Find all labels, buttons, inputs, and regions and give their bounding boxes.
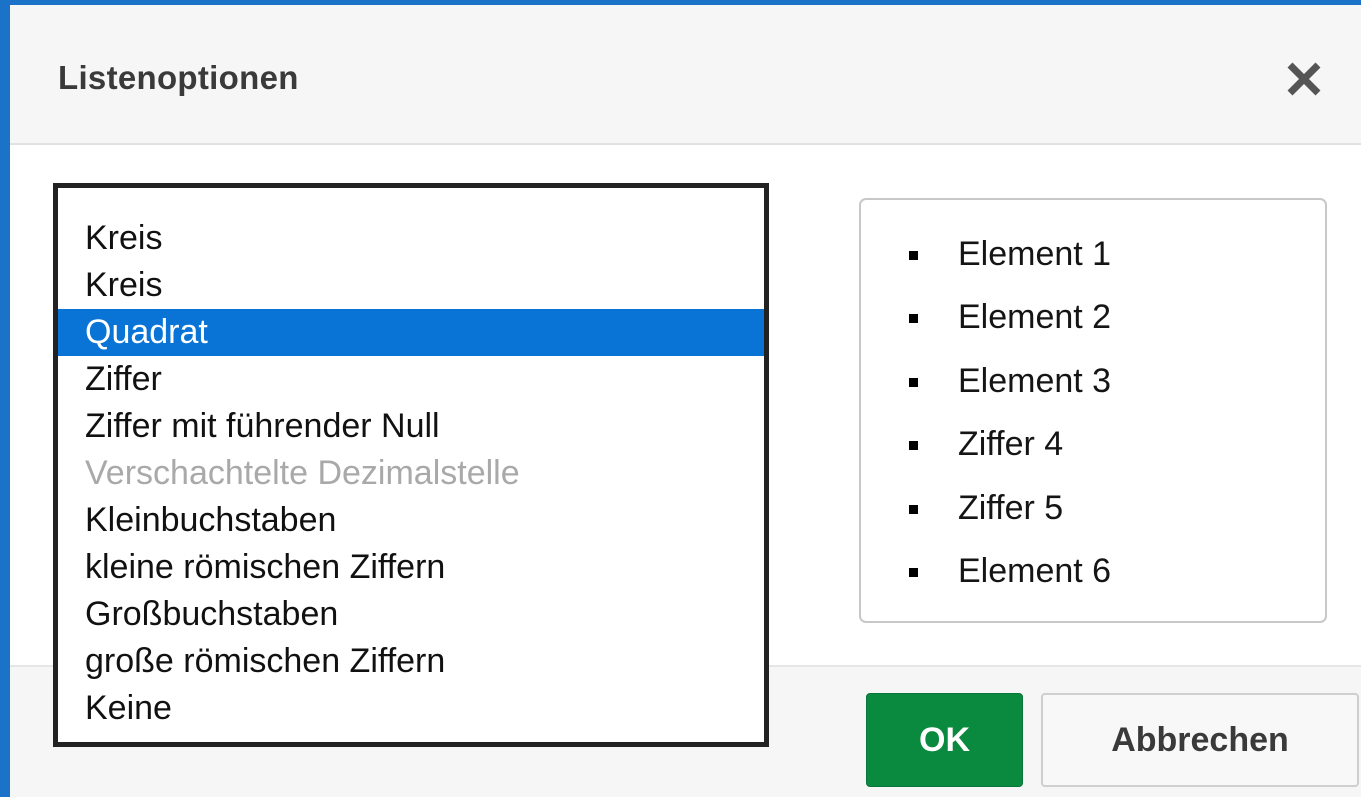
square-bullet-icon [909, 377, 918, 387]
list-option-kleinbuchstaben[interactable]: Kleinbuchstaben [58, 497, 764, 544]
preview-item: Ziffer 5 [861, 477, 1325, 540]
square-bullet-icon [909, 314, 918, 324]
preview-item: Element 2 [861, 286, 1325, 349]
preview-item-label: Element 3 [958, 361, 1112, 400]
list-option-kleine-roemische-ziffern[interactable]: kleine römischen Ziffern [58, 544, 764, 591]
list-option-kreis[interactable]: Kreis [58, 215, 764, 262]
preview-item: Ziffer 4 [861, 413, 1325, 476]
close-icon[interactable] [1280, 55, 1328, 103]
list-option-quadrat[interactable]: Quadrat [58, 309, 764, 356]
list-preview-panel: Element 1 Element 2 Element 3 Ziffer 4 Z… [859, 198, 1327, 623]
square-bullet-icon [909, 251, 918, 260]
preview-item-label: Ziffer 5 [958, 488, 1064, 527]
list-option-kreis-2[interactable]: Kreis [58, 262, 764, 309]
preview-item: Element 3 [861, 350, 1325, 413]
list-option-grosse-roemische-ziffern[interactable]: große römischen Ziffern [58, 638, 764, 685]
preview-item: Element 6 [861, 540, 1325, 603]
square-bullet-icon [909, 441, 918, 451]
list-style-listbox[interactable]: Kreis Kreis Quadrat Ziffer Ziffer mit fü… [53, 183, 769, 747]
list-option-ziffer-fuehrende-null[interactable]: Ziffer mit führender Null [58, 403, 764, 450]
preview-item: Element 1 [861, 223, 1325, 286]
list-option-keine[interactable]: Keine [58, 685, 764, 732]
dialog-title: Listenoptionen [58, 59, 299, 96]
dialog-header: Listenoptionen [10, 5, 1361, 145]
preview-item-label: Ziffer 4 [958, 425, 1064, 464]
list-options-dialog: Listenoptionen Kreis Kreis Quadrat Ziffe… [0, 0, 1361, 797]
cancel-button[interactable]: Abbrechen [1041, 693, 1359, 787]
close-icon-glyph [1287, 62, 1321, 96]
preview-item-label: Element 6 [958, 551, 1112, 590]
ok-button[interactable]: OK [866, 693, 1023, 787]
square-bullet-icon [909, 567, 918, 577]
list-option-grossbuchstaben[interactable]: Großbuchstaben [58, 591, 764, 638]
preview-item-label: Element 1 [958, 235, 1112, 273]
list-option-ziffer[interactable]: Ziffer [58, 356, 764, 403]
preview-item-label: Element 2 [958, 298, 1112, 337]
square-bullet-icon [909, 504, 918, 514]
list-option-verschachtelte-dezimalstelle: Verschachtelte Dezimalstelle [85, 454, 520, 492]
